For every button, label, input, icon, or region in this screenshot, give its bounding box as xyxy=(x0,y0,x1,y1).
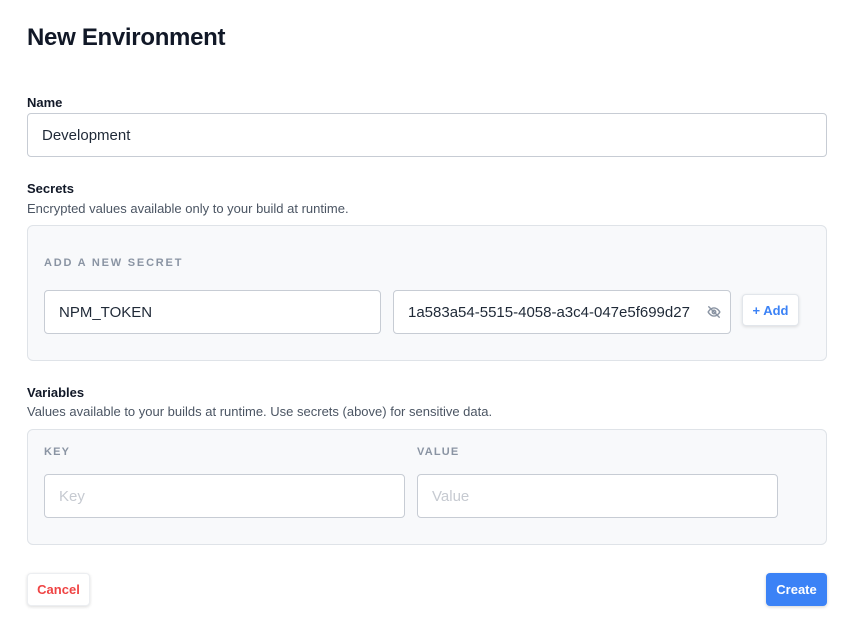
eye-off-icon[interactable] xyxy=(706,304,722,320)
variables-help: Values available to your builds at runti… xyxy=(27,404,493,419)
create-button[interactable]: Create xyxy=(766,573,827,606)
variables-label: Variables xyxy=(27,385,85,400)
secret-key-input[interactable] xyxy=(44,290,381,334)
secrets-help: Encrypted values available only to your … xyxy=(27,201,349,216)
add-secret-heading: ADD A NEW SECRET xyxy=(44,257,184,269)
variable-key-input[interactable] xyxy=(44,474,405,518)
add-secret-button[interactable]: + Add xyxy=(742,294,799,326)
name-label: Name xyxy=(27,95,63,110)
key-column-heading: KEY xyxy=(44,446,71,458)
value-column-heading: VALUE xyxy=(417,446,460,458)
variable-value-input[interactable] xyxy=(417,474,778,518)
secrets-label: Secrets xyxy=(27,181,74,196)
cancel-button[interactable]: Cancel xyxy=(27,573,90,606)
page-title: New Environment xyxy=(27,24,226,51)
name-input[interactable] xyxy=(27,113,827,157)
secret-value-input[interactable] xyxy=(394,291,704,333)
secret-value-field xyxy=(393,290,731,334)
